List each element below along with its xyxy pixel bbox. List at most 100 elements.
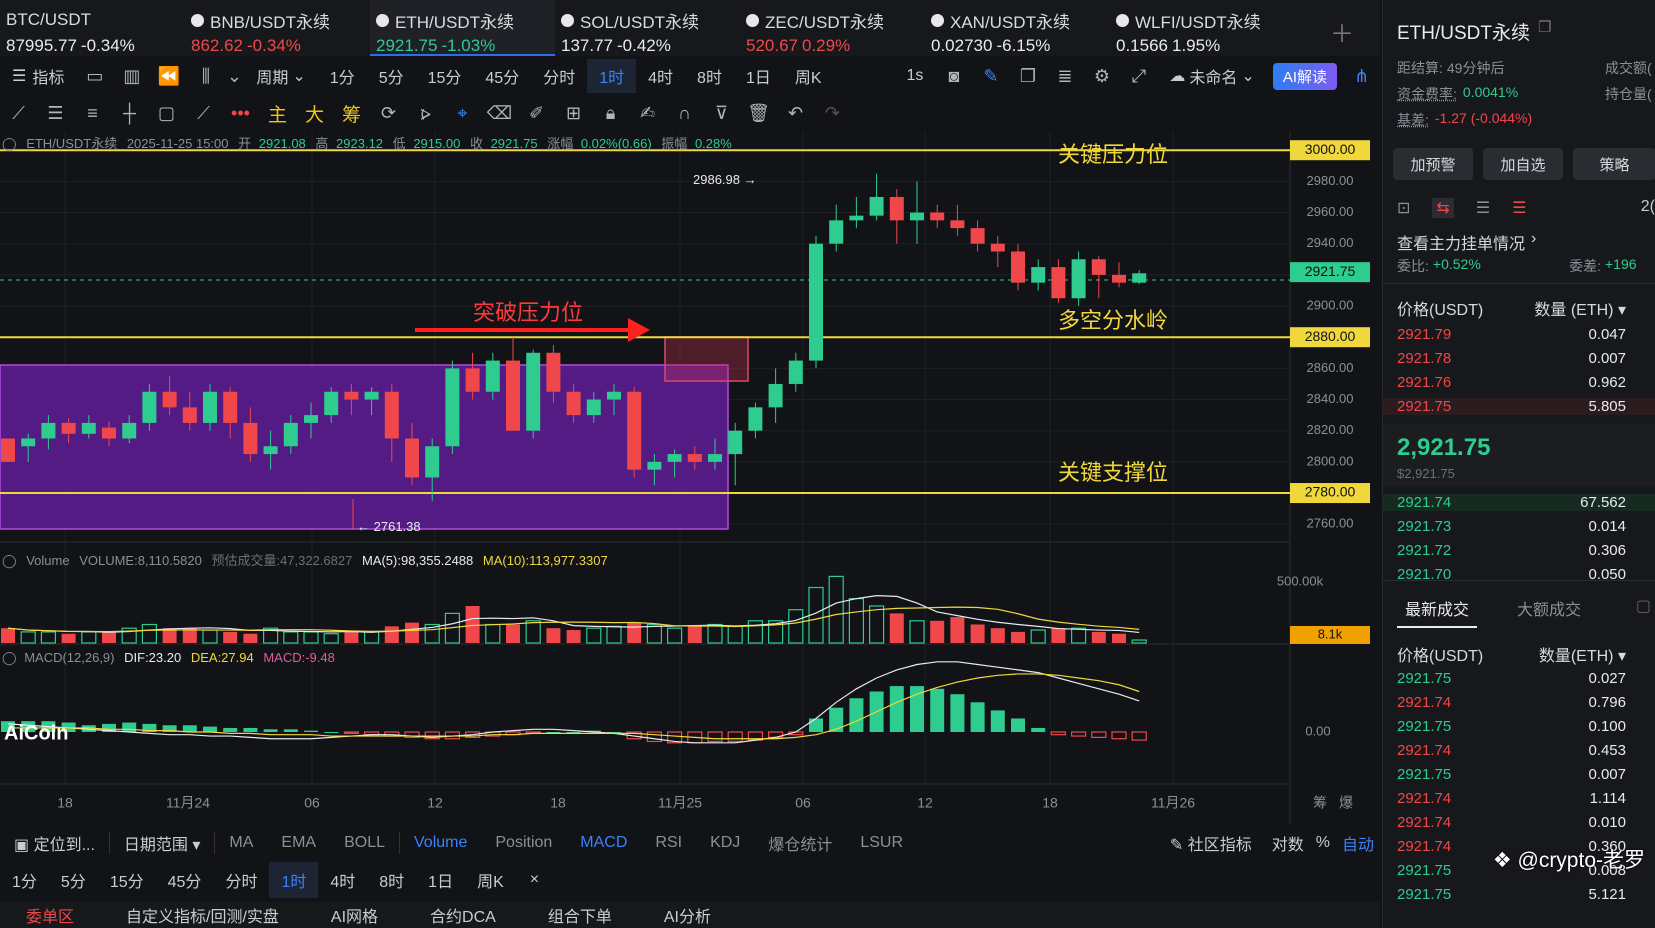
chip-button[interactable]: 筹	[333, 97, 370, 129]
measure-icon[interactable]: ⦠	[407, 97, 444, 129]
bid-row[interactable]: 2921.73 0.014	[1397, 518, 1655, 535]
depth-link[interactable]: 查看主力挂单情况 ›	[1397, 230, 1655, 254]
indicator-tab[interactable]: EMA	[267, 834, 330, 852]
trades-qty-header[interactable]: 数量(ETH) ▾	[1539, 642, 1626, 666]
dots-icon[interactable]: •••	[222, 97, 259, 129]
magnet-icon[interactable]: ∩	[666, 97, 703, 129]
interval-tab[interactable]: 1日	[734, 59, 783, 93]
bottom-panel-tab[interactable]: AI分析	[638, 903, 737, 927]
tab-large-trades[interactable]: 大额成交	[1517, 596, 1581, 628]
indicator-tab[interactable]: 爆仓统计	[754, 831, 846, 855]
ticker-tab[interactable]: XAN/USDT永续 0.02730 -6.15%	[925, 0, 1110, 56]
bottom-panel-tab[interactable]: 合约DCA	[404, 903, 522, 927]
eraser-icon[interactable]: ⌫	[481, 97, 518, 129]
calendar-icon[interactable]: ▭	[76, 60, 113, 92]
settings-icon[interactable]: ⚙	[1083, 60, 1120, 92]
replay-icon[interactable]: ⏪	[150, 60, 187, 92]
layout-name-dropdown[interactable]: ☁ 未命名 ⌄	[1157, 59, 1266, 93]
checkbox-icon[interactable]: ▢	[1636, 596, 1651, 628]
cycle-icon[interactable]: ⟳	[370, 97, 407, 129]
orderbook-both-icon[interactable]: ⊡	[1397, 198, 1410, 218]
indicator-button[interactable]: ☰ 指标	[0, 59, 76, 93]
community-indicator-button[interactable]: ✎ 社区指标	[1156, 831, 1266, 855]
horizontal-line-icon[interactable]: ┼	[111, 97, 148, 129]
date-range-button[interactable]: 日期范围 ▾	[110, 831, 215, 855]
ai-analyze-button[interactable]: AI解读	[1272, 62, 1337, 90]
ray-icon[interactable]: ⟋	[185, 97, 222, 129]
bottom-interval-tab[interactable]: 5分	[49, 868, 98, 892]
price-chart[interactable]: 3000.00 2880.00 2780.00 2980.00 2960.00 2940…	[0, 132, 1378, 824]
indicator-tab[interactable]: KDJ	[696, 834, 754, 852]
collapse-icon[interactable]: ◯	[2, 553, 17, 569]
bottom-interval-tab[interactable]: 1日	[416, 868, 465, 892]
redo-icon[interactable]: ↷	[814, 97, 851, 129]
ticker-tab[interactable]: ZEC/USDT永续 520.67 0.29%	[740, 0, 925, 56]
interval-tab[interactable]: 15分	[416, 59, 474, 93]
orderbook-split-icon[interactable]: ⇆	[1432, 198, 1454, 218]
bottom-interval-tab[interactable]: 4时	[318, 868, 367, 892]
strategy-button[interactable]: 策略	[1573, 148, 1655, 180]
main-button[interactable]: 主	[259, 97, 296, 129]
interval-tab[interactable]: 1时	[587, 59, 637, 93]
filter-icon[interactable]: ⊽	[703, 97, 740, 129]
chevron-down-icon[interactable]: ⌄	[224, 60, 244, 92]
interval-tab[interactable]: 周K	[783, 59, 834, 93]
bottom-panel-tab[interactable]: AI网格	[305, 903, 404, 927]
locate-button[interactable]: ▣ 定位到...	[0, 831, 109, 855]
orderbook-bids-icon[interactable]: ☰	[1476, 198, 1490, 218]
pen-icon[interactable]: ✎	[972, 60, 1009, 92]
auto-scale-button[interactable]: 自动	[1336, 831, 1380, 855]
note-icon[interactable]: ✍	[629, 97, 666, 129]
add-tab-icon[interactable]: ＋	[1330, 14, 1354, 49]
share-icon[interactable]: ⋔	[1343, 60, 1380, 92]
ticker-tab[interactable]: ETH/USDT永续 2921.75 -1.03%	[370, 0, 555, 56]
bid-row[interactable]: 2921.74 67.562	[1383, 494, 1655, 511]
camera-icon[interactable]: ◙	[935, 60, 972, 92]
interval-tab[interactable]: 8时	[685, 59, 734, 93]
bottom-interval-tab[interactable]: 1分	[0, 868, 49, 892]
ticker-tab[interactable]: BNB/USDT永续 862.62 -0.34%	[185, 0, 370, 56]
list-icon[interactable]: ≣	[1046, 60, 1083, 92]
interval-tab[interactable]: 1分	[318, 59, 367, 93]
ticker-tab[interactable]: SOL/USDT永续 137.77 -0.42%	[555, 0, 740, 56]
period-dropdown[interactable]: 周期 ⌄	[244, 59, 317, 93]
ticker-tab[interactable]: BTC/USDT 87995.77 -0.34%	[0, 0, 185, 56]
x-axis-extra[interactable]: 筹	[1313, 795, 1327, 811]
brush-icon[interactable]: ✐	[518, 97, 555, 129]
bottom-interval-tab[interactable]: 周K	[465, 868, 516, 892]
orderbook-qty-header[interactable]: 数量 (ETH) ▾	[1534, 296, 1626, 320]
fullscreen-icon[interactable]: ⤢	[1120, 60, 1157, 92]
seconds-button[interactable]: 1s	[894, 59, 935, 93]
bottom-panel-tab[interactable]: 委单区	[0, 903, 100, 927]
copy-icon[interactable]: ❐	[1009, 60, 1046, 92]
alert-icon[interactable]: ◯	[2, 650, 17, 666]
indicator-tab[interactable]: LSUR	[846, 834, 917, 852]
collapse-icon[interactable]: ◯	[2, 136, 17, 152]
interval-tab[interactable]: 5分	[367, 59, 416, 93]
indicator-tab[interactable]: RSI	[641, 834, 696, 852]
bid-row[interactable]: 2921.72 0.306	[1397, 542, 1655, 559]
bottom-panel-tab[interactable]: 组合下单	[522, 903, 638, 927]
undo-icon[interactable]: ↶	[777, 97, 814, 129]
bottom-interval-tab[interactable]: 分时	[213, 868, 269, 892]
depth-count[interactable]: 2(	[1641, 198, 1655, 218]
percent-scale-button[interactable]: %	[1310, 834, 1336, 852]
parallel-icon[interactable]: ≡	[74, 97, 111, 129]
indicator-tab[interactable]: MACD	[566, 834, 641, 852]
log-scale-button[interactable]: 对数	[1266, 831, 1310, 855]
big-button[interactable]: 大	[296, 97, 333, 129]
interval-tab[interactable]: 4时	[636, 59, 685, 93]
interval-tab[interactable]: 45分	[473, 59, 531, 93]
add-watchlist-button[interactable]: 加自选	[1483, 148, 1563, 180]
bottom-panel-tab[interactable]: 自定义指标/回测/实盘	[100, 903, 305, 927]
ruler-icon[interactable]: ⊞	[555, 97, 592, 129]
indicator-tab[interactable]: Position	[481, 834, 566, 852]
indicator-tab[interactable]: BOLL	[330, 834, 399, 852]
cursor-icon[interactable]: ⌖	[444, 97, 481, 129]
hlines-icon[interactable]: ☰	[37, 97, 74, 129]
bottom-interval-tab[interactable]: 1时	[269, 862, 319, 898]
bottom-interval-tab[interactable]: 15分	[98, 868, 156, 892]
x-axis-extra[interactable]: 爆	[1339, 795, 1353, 811]
close-icon[interactable]: ×	[516, 871, 553, 889]
add-alert-button[interactable]: 加预警	[1393, 148, 1473, 180]
